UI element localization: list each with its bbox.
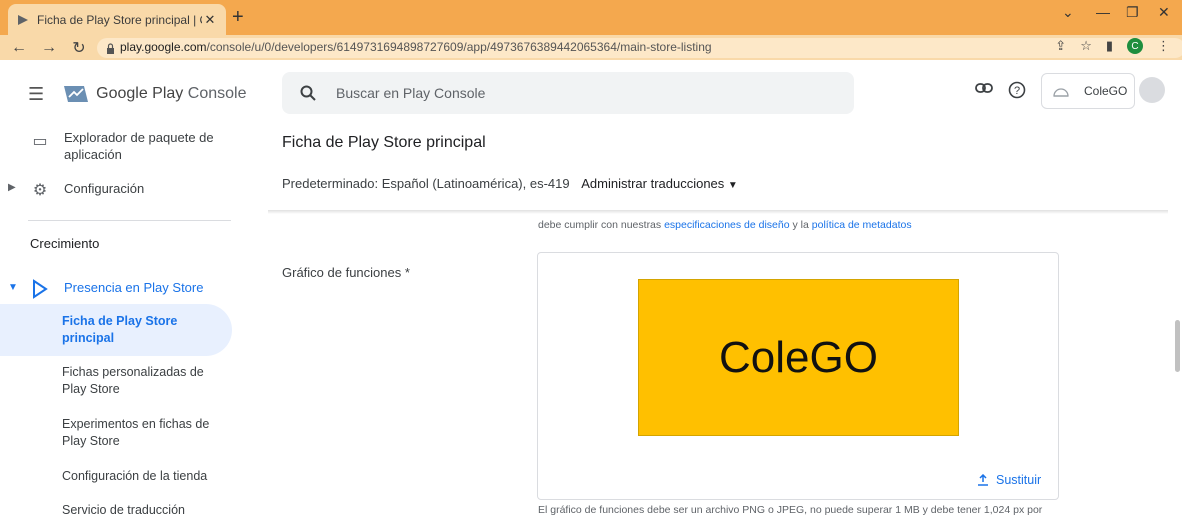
- main-listing-line1: Ficha de Play Store: [62, 314, 178, 328]
- side-panel-icon[interactable]: ▮: [1106, 38, 1113, 54]
- sticky-header-shadow: [268, 210, 1168, 214]
- search-placeholder: Buscar en Play Console: [336, 85, 486, 101]
- tab-title: Ficha de Play Store principal | Co: [37, 12, 202, 27]
- design-specs-link[interactable]: especificaciones de diseño: [664, 219, 790, 231]
- custom-listings-line2: Play Store: [62, 382, 120, 396]
- default-language: Predeterminado: Español (Latinoamérica),…: [282, 176, 570, 191]
- forward-icon[interactable]: →: [38, 39, 60, 57]
- help-icon[interactable]: ?: [1008, 81, 1026, 99]
- user-avatar[interactable]: [1139, 77, 1165, 103]
- sidebar-item-main-listing[interactable]: Ficha de Play Store principal: [62, 313, 222, 347]
- brand-text: Google Play Console: [96, 85, 246, 103]
- sidebar-item-experiments[interactable]: Experimentos en fichas de Play Store: [62, 416, 222, 450]
- feature-graphic-label: Gráfico de funciones *: [282, 265, 410, 280]
- svg-text:?: ?: [1014, 85, 1020, 97]
- chevron-down-icon: ▼: [727, 180, 738, 191]
- presence-label: Presencia en Play Store: [64, 280, 204, 295]
- spec-text: debe cumplir con nuestras especificacion…: [538, 219, 912, 231]
- replace-label: Sustituir: [996, 473, 1042, 487]
- bookmark-star-icon[interactable]: ☆: [1080, 38, 1092, 54]
- config-label: Configuración: [64, 181, 145, 196]
- brand-console: Console: [187, 85, 247, 102]
- url-text: play.google.com/console/u/0/developers/6…: [120, 40, 712, 54]
- manage-translations-button[interactable]: Administrar traducciones ▼: [581, 176, 738, 191]
- required-mark: *: [404, 265, 410, 280]
- new-tab-icon[interactable]: +: [232, 7, 244, 27]
- bundle-explorer-label: Explorador de paquete de aplicación: [64, 129, 214, 163]
- search-bar[interactable]: Buscar en Play Console: [282, 72, 854, 114]
- menu-icon[interactable]: ⋮: [1157, 38, 1170, 54]
- android-icon: [1053, 88, 1069, 97]
- manage-translations-label: Administrar traducciones: [581, 176, 725, 191]
- experiments-line2: Play Store: [62, 434, 120, 448]
- gear-icon: ⚙: [32, 182, 48, 199]
- url-path: /console/u/0/developers/6149731694898727…: [206, 40, 712, 54]
- sidebar-item-config[interactable]: ▶ ⚙ Configuración: [0, 178, 144, 202]
- brand: ☰ Google Play Console: [28, 82, 246, 106]
- url-host: play.google.com: [120, 40, 207, 54]
- brand-google: Google Play: [96, 85, 184, 102]
- feature-label-text: Gráfico de funciones: [282, 265, 402, 280]
- link-icon[interactable]: [975, 82, 993, 94]
- minimize-icon[interactable]: —: [1096, 4, 1110, 20]
- spec-prefix: debe cumplir con nuestras: [538, 219, 662, 231]
- sidebar-item-bundle-explorer[interactable]: ▭ Explorador de paquete de aplicación: [0, 129, 214, 163]
- bundle-explorer-line2: aplicación: [64, 147, 122, 162]
- hamburger-menu-icon[interactable]: ☰: [28, 84, 44, 105]
- expand-arrow-icon[interactable]: ▶: [8, 182, 16, 193]
- spec-mid: y la: [792, 219, 809, 231]
- experiments-line1: Experimentos en fichas de: [62, 417, 210, 431]
- reload-icon[interactable]: ↻: [68, 38, 90, 58]
- tab-search-icon[interactable]: ⌄: [1062, 4, 1074, 21]
- collapse-arrow-icon[interactable]: ▼: [8, 282, 18, 293]
- restore-icon[interactable]: ❐: [1126, 4, 1139, 21]
- lock-icon: [107, 43, 114, 54]
- main-listing-line2: principal: [62, 331, 115, 345]
- play-console-favicon-icon: [18, 14, 28, 25]
- upload-icon: [978, 474, 988, 486]
- bundle-explorer-icon: ▭: [32, 133, 48, 150]
- close-window-icon[interactable]: ✕: [1158, 4, 1170, 21]
- profile-avatar[interactable]: C: [1127, 38, 1143, 54]
- custom-listings-line1: Fichas personalizadas de: [62, 365, 204, 379]
- language-line: Predeterminado: Español (Latinoamérica),…: [282, 176, 738, 191]
- section-crecimiento: Crecimiento: [30, 236, 100, 251]
- sidebar-item-custom-listings[interactable]: Fichas personalizadas de Play Store: [62, 364, 222, 398]
- page-title: Ficha de Play Store principal: [282, 134, 486, 151]
- developer-account-chip[interactable]: ColeGO: [1041, 73, 1135, 109]
- sidebar-item-presence[interactable]: ▼ Presencia en Play Store: [0, 277, 203, 301]
- play-store-icon: [33, 279, 48, 299]
- scrollbar[interactable]: [1175, 320, 1180, 372]
- close-tab-icon[interactable]: ✕: [202, 12, 218, 28]
- sidebar-divider: [28, 220, 231, 221]
- browser-tab[interactable]: Ficha de Play Store principal | Co ✕: [8, 4, 226, 35]
- feature-graphic-help-text: El gráfico de funciones debe ser un arch…: [538, 504, 1043, 516]
- account-name: ColeGO: [1084, 84, 1128, 98]
- sidebar-item-store-settings[interactable]: Configuración de la tienda: [62, 468, 222, 485]
- sidebar-item-translation-service[interactable]: Servicio de traducción: [62, 502, 222, 519]
- metadata-policy-link[interactable]: política de metadatos: [812, 219, 912, 231]
- back-icon[interactable]: ←: [8, 39, 30, 57]
- feature-graphic-image[interactable]: ColeGO: [638, 279, 959, 436]
- share-icon[interactable]: ⇪: [1055, 38, 1066, 54]
- replace-button[interactable]: Sustituir: [977, 473, 1041, 487]
- search-icon: [300, 85, 316, 101]
- toolbar-icons: ⇪ ☆ ▮ C ⋮: [1055, 38, 1170, 54]
- bundle-explorer-line1: Explorador de paquete de: [64, 130, 214, 145]
- play-console-logo-icon: [64, 86, 89, 102]
